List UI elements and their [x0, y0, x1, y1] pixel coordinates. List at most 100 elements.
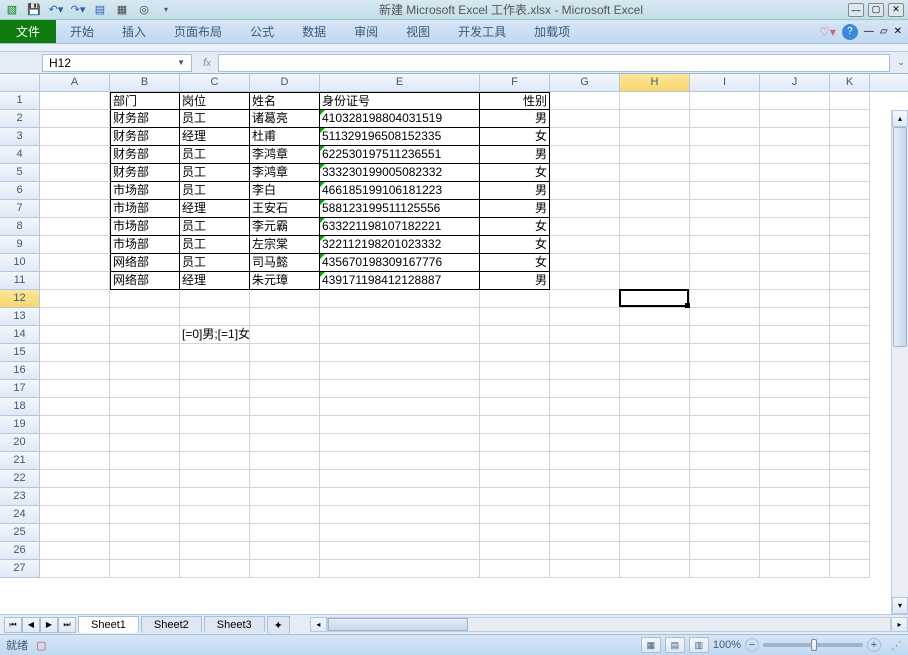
name-box[interactable]: H12 ▼: [42, 54, 192, 72]
cell-C23[interactable]: [180, 488, 250, 506]
row-header-3[interactable]: 3: [0, 128, 40, 146]
cell-G21[interactable]: [550, 452, 620, 470]
cell-E14[interactable]: [320, 326, 480, 344]
cell-K7[interactable]: [830, 200, 870, 218]
cell-B10[interactable]: 网络部: [110, 254, 180, 272]
cell-F12[interactable]: [480, 290, 550, 308]
cell-J12[interactable]: [760, 290, 830, 308]
formula-bar-expand-icon[interactable]: ⌄: [894, 57, 908, 68]
cell-F9[interactable]: 女: [480, 236, 550, 254]
cell-D7[interactable]: 王安石: [250, 200, 320, 218]
col-header-C[interactable]: C: [180, 74, 250, 91]
cell-A11[interactable]: [40, 272, 110, 290]
cell-J20[interactable]: [760, 434, 830, 452]
cell-A2[interactable]: [40, 110, 110, 128]
row-header-18[interactable]: 18: [0, 398, 40, 416]
cell-G11[interactable]: [550, 272, 620, 290]
cell-H2[interactable]: [620, 110, 690, 128]
cell-C25[interactable]: [180, 524, 250, 542]
cell-I13[interactable]: [690, 308, 760, 326]
row-header-22[interactable]: 22: [0, 470, 40, 488]
cell-F2[interactable]: 男: [480, 110, 550, 128]
ribbon-tab-0[interactable]: 开始: [56, 20, 108, 43]
cell-A16[interactable]: [40, 362, 110, 380]
row-header-14[interactable]: 14: [0, 326, 40, 344]
cell-A23[interactable]: [40, 488, 110, 506]
cell-C7[interactable]: 经理: [180, 200, 250, 218]
ribbon-tab-6[interactable]: 视图: [392, 20, 444, 43]
cell-H7[interactable]: [620, 200, 690, 218]
cell-I11[interactable]: [690, 272, 760, 290]
cell-C24[interactable]: [180, 506, 250, 524]
cell-B4[interactable]: 财务部: [110, 146, 180, 164]
cell-K26[interactable]: [830, 542, 870, 560]
cell-A6[interactable]: [40, 182, 110, 200]
cell-K13[interactable]: [830, 308, 870, 326]
cell-H10[interactable]: [620, 254, 690, 272]
col-header-A[interactable]: A: [40, 74, 110, 91]
col-header-G[interactable]: G: [550, 74, 620, 91]
cell-J8[interactable]: [760, 218, 830, 236]
zoom-slider[interactable]: [763, 643, 863, 647]
cell-J11[interactable]: [760, 272, 830, 290]
cell-D19[interactable]: [250, 416, 320, 434]
cell-D23[interactable]: [250, 488, 320, 506]
ribbon-tab-3[interactable]: 公式: [236, 20, 288, 43]
cell-K10[interactable]: [830, 254, 870, 272]
cell-I27[interactable]: [690, 560, 760, 578]
cell-B8[interactable]: 市场部: [110, 218, 180, 236]
row-header-4[interactable]: 4: [0, 146, 40, 164]
cell-D10[interactable]: 司马懿: [250, 254, 320, 272]
cell-A19[interactable]: [40, 416, 110, 434]
cell-G16[interactable]: [550, 362, 620, 380]
cell-H4[interactable]: [620, 146, 690, 164]
cell-A21[interactable]: [40, 452, 110, 470]
cell-J10[interactable]: [760, 254, 830, 272]
cell-H5[interactable]: [620, 164, 690, 182]
cell-D24[interactable]: [250, 506, 320, 524]
row-header-13[interactable]: 13: [0, 308, 40, 326]
minimize-button[interactable]: —: [848, 3, 864, 17]
close-button[interactable]: ✕: [888, 3, 904, 17]
cell-E27[interactable]: [320, 560, 480, 578]
cell-H24[interactable]: [620, 506, 690, 524]
row-header-11[interactable]: 11: [0, 272, 40, 290]
ribbon-tab-4[interactable]: 数据: [288, 20, 340, 43]
cell-F16[interactable]: [480, 362, 550, 380]
cell-I12[interactable]: [690, 290, 760, 308]
cell-G26[interactable]: [550, 542, 620, 560]
cell-B5[interactable]: 财务部: [110, 164, 180, 182]
scroll-up-button[interactable]: ▴: [892, 110, 908, 127]
cell-J7[interactable]: [760, 200, 830, 218]
cell-C5[interactable]: 员工: [180, 164, 250, 182]
cell-B2[interactable]: 财务部: [110, 110, 180, 128]
cell-B7[interactable]: 市场部: [110, 200, 180, 218]
cell-H9[interactable]: [620, 236, 690, 254]
sheet-tab-Sheet1[interactable]: Sheet1: [78, 616, 139, 633]
cell-G13[interactable]: [550, 308, 620, 326]
cell-I1[interactable]: [690, 92, 760, 110]
cell-D1[interactable]: 姓名: [250, 92, 320, 110]
cell-C9[interactable]: 员工: [180, 236, 250, 254]
cell-G10[interactable]: [550, 254, 620, 272]
cell-H12[interactable]: [620, 290, 690, 308]
col-header-B[interactable]: B: [110, 74, 180, 91]
row-header-6[interactable]: 6: [0, 182, 40, 200]
resize-grip-icon[interactable]: ⋰: [891, 639, 902, 652]
cell-I26[interactable]: [690, 542, 760, 560]
cell-I9[interactable]: [690, 236, 760, 254]
cell-A17[interactable]: [40, 380, 110, 398]
cell-D2[interactable]: 诸葛亮: [250, 110, 320, 128]
page-layout-view-button[interactable]: ▤: [665, 637, 685, 653]
cell-J2[interactable]: [760, 110, 830, 128]
cell-J16[interactable]: [760, 362, 830, 380]
cell-J22[interactable]: [760, 470, 830, 488]
cell-B27[interactable]: [110, 560, 180, 578]
cell-F5[interactable]: 女: [480, 164, 550, 182]
cell-H1[interactable]: [620, 92, 690, 110]
cell-C10[interactable]: 员工: [180, 254, 250, 272]
row-header-24[interactable]: 24: [0, 506, 40, 524]
row-header-12[interactable]: 12: [0, 290, 40, 308]
cell-F27[interactable]: [480, 560, 550, 578]
qat-dropdown-icon[interactable]: ▾: [158, 2, 174, 18]
